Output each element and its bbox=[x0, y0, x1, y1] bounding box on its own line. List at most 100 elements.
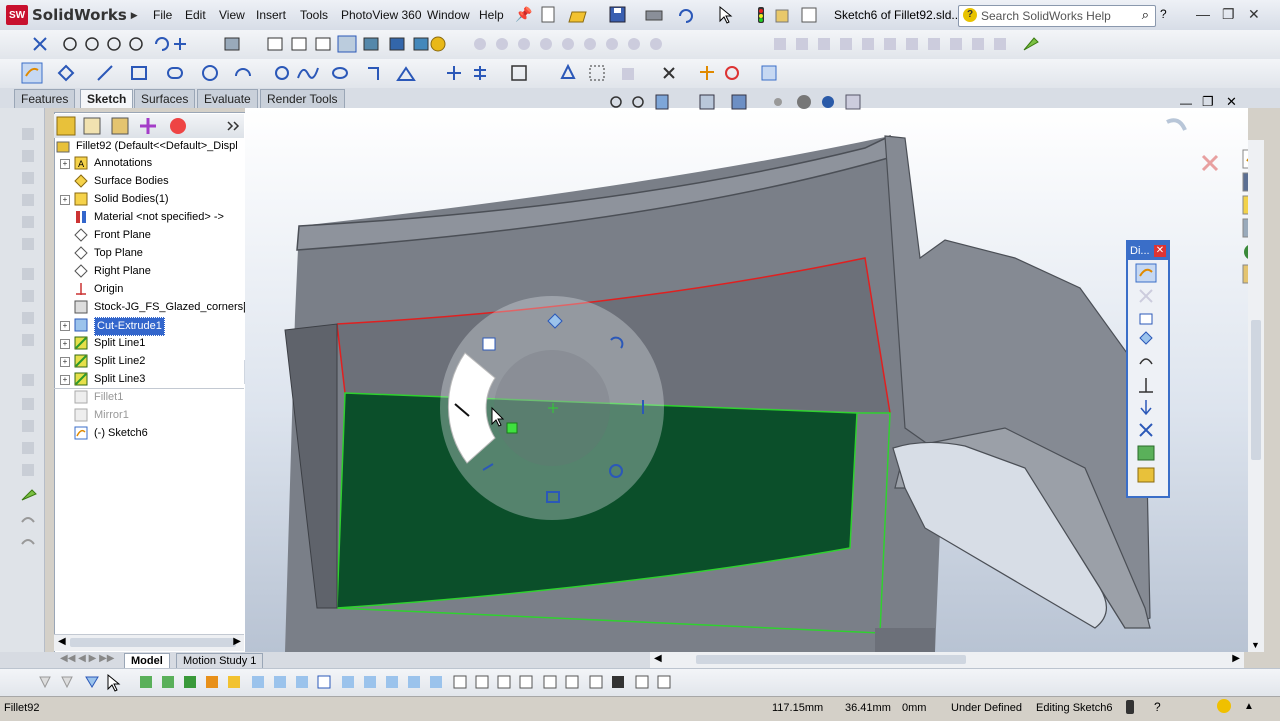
menu-tools[interactable]: Tools bbox=[300, 8, 328, 22]
filter-clear-icon[interactable] bbox=[61, 676, 73, 689]
expand-icon[interactable]: + bbox=[60, 375, 70, 385]
filter-blocks-icon[interactable] bbox=[589, 675, 603, 689]
scroll-left-icon[interactable]: ◀ bbox=[654, 653, 662, 664]
filter-all-icon[interactable] bbox=[85, 676, 99, 688]
pin-icon[interactable]: 📌 bbox=[515, 6, 532, 23]
expand-icon[interactable]: + bbox=[60, 339, 70, 349]
perspective-icon bbox=[413, 37, 429, 51]
filter-routing-points-icon[interactable] bbox=[635, 675, 649, 689]
filter-axes-icon[interactable] bbox=[252, 676, 264, 688]
filter-connection-points-icon[interactable] bbox=[657, 675, 671, 689]
expand-icon[interactable]: + bbox=[60, 159, 70, 169]
viewport-restore-icon[interactable]: ❐ bbox=[1202, 94, 1214, 110]
floating-toolbar-header[interactable]: Di... ✕ bbox=[1128, 242, 1168, 260]
solidworks-logo[interactable]: SW SolidWorks ▶ bbox=[6, 3, 138, 27]
close-icon[interactable]: ✕ bbox=[1154, 245, 1166, 257]
ring-rectangle-icon[interactable] bbox=[482, 337, 496, 351]
help-status-icon[interactable]: ? bbox=[1154, 700, 1161, 714]
tab-features[interactable]: Features bbox=[14, 89, 76, 108]
vertical-dimension-icon[interactable] bbox=[1139, 313, 1153, 325]
filter-surface-finish-icon[interactable] bbox=[408, 676, 420, 688]
expand-icon[interactable]: + bbox=[60, 321, 70, 331]
menu-insert[interactable]: Insert bbox=[256, 8, 286, 22]
tab-model[interactable]: Model bbox=[124, 653, 170, 669]
sketch-toolbar-icons bbox=[21, 62, 777, 84]
sketch-point[interactable] bbox=[506, 422, 518, 434]
ordinate-dimension-icon[interactable] bbox=[1139, 358, 1153, 365]
scroll-left-icon[interactable]: ◀ bbox=[58, 636, 66, 647]
filter-centerlines-icon[interactable] bbox=[364, 676, 376, 688]
wireframe-icon bbox=[267, 37, 283, 51]
filter-weld-beads-icon[interactable] bbox=[612, 676, 624, 688]
configuration-tab-icon bbox=[111, 117, 129, 135]
tab-scroll-arrows-icon[interactable]: ◀◀ ◀ ▶ ▶▶ bbox=[60, 653, 114, 664]
expand-icon[interactable]: + bbox=[60, 195, 70, 205]
filter-toggle-icon[interactable] bbox=[39, 676, 51, 689]
graphics-area[interactable] bbox=[245, 108, 1248, 652]
question-icon[interactable]: ? bbox=[1160, 7, 1167, 21]
filter-solid-bodies-icon[interactable] bbox=[228, 676, 240, 688]
confirmation-corner-icon[interactable] bbox=[1166, 118, 1187, 131]
filter-surface-bodies-icon[interactable] bbox=[206, 676, 218, 688]
feature-tree-scrollbar[interactable]: ◀ ▶ bbox=[54, 634, 244, 651]
filter-center-marks-icon[interactable] bbox=[342, 676, 354, 688]
tab-motion-study-1[interactable]: Motion Study 1 bbox=[176, 653, 264, 669]
filter-vertices-icon[interactable] bbox=[140, 676, 152, 688]
tab-evaluate[interactable]: Evaluate bbox=[197, 89, 258, 108]
filter-notes-icon[interactable] bbox=[453, 675, 467, 689]
tab-surfaces[interactable]: Surfaces bbox=[134, 89, 196, 108]
viewport-vertical-scrollbar[interactable]: ▼ bbox=[1248, 140, 1264, 652]
filter-planes-icon[interactable] bbox=[274, 676, 286, 688]
filter-balloons-icon[interactable] bbox=[543, 675, 557, 689]
menu-window[interactable]: Window bbox=[427, 8, 470, 22]
dimxpert-icon[interactable] bbox=[1137, 467, 1155, 483]
filter-sketch-points-icon[interactable] bbox=[317, 675, 331, 689]
viewport-horizontal-scrollbar[interactable]: ◀ ▶ bbox=[650, 652, 1244, 668]
scroll-right-icon[interactable]: ▶ bbox=[1232, 653, 1240, 664]
solid-bodies-icon bbox=[74, 192, 88, 206]
menu-photoview[interactable]: PhotoView 360 bbox=[341, 8, 422, 22]
add-relation-icon[interactable] bbox=[1139, 378, 1153, 393]
fully-define-sketch-icon[interactable] bbox=[1137, 445, 1155, 461]
smart-dimension-tool-icon[interactable] bbox=[1135, 263, 1157, 283]
search-input[interactable]: Search SolidWorks Help bbox=[981, 9, 1111, 23]
filter-datums-icon[interactable] bbox=[475, 675, 489, 689]
rebuild-status-icon[interactable] bbox=[1126, 700, 1134, 714]
menu-view[interactable]: View bbox=[219, 8, 245, 22]
minimize-icon[interactable]: — bbox=[1196, 6, 1210, 22]
chevron-right-icon[interactable]: ▶ bbox=[131, 10, 138, 21]
display-relations-tool-icon[interactable] bbox=[1140, 400, 1152, 416]
tab-sketch[interactable]: Sketch bbox=[80, 89, 134, 108]
search-icon[interactable]: ⌕ bbox=[1142, 7, 1149, 23]
tab-render-tools[interactable]: Render Tools bbox=[260, 89, 345, 108]
filter-cosmetic-threads-icon[interactable] bbox=[565, 675, 579, 689]
hidden-lines-removed-icon bbox=[315, 37, 331, 51]
expand-icon[interactable]: + bbox=[60, 357, 70, 367]
filter-welds-icon[interactable] bbox=[519, 675, 533, 689]
notifications-icon[interactable] bbox=[1217, 699, 1231, 713]
realview-icon bbox=[430, 36, 446, 52]
viewport-close-icon[interactable]: ✕ bbox=[1226, 94, 1237, 110]
automatic-relations-icon[interactable] bbox=[1139, 423, 1153, 437]
viewport-minimize-icon[interactable]: — bbox=[1180, 96, 1192, 110]
horizontal-dimension-icon[interactable] bbox=[1139, 289, 1153, 303]
filter-faces-icon[interactable] bbox=[184, 676, 196, 688]
exit-sketch-icon[interactable] bbox=[1201, 154, 1219, 172]
status-chevron-icon[interactable]: ▲ bbox=[1244, 701, 1254, 712]
filter-datum-targets-icon[interactable] bbox=[497, 675, 511, 689]
close-icon[interactable]: ✕ bbox=[1248, 6, 1260, 23]
restore-icon[interactable]: ❐ bbox=[1222, 6, 1235, 23]
filter-sketch-segments-icon[interactable] bbox=[296, 676, 308, 688]
scroll-right-icon[interactable]: ▶ bbox=[233, 636, 241, 647]
menu-file[interactable]: File bbox=[153, 8, 172, 22]
baseline-dimension-icon[interactable] bbox=[1139, 331, 1153, 345]
filter-edges-icon[interactable] bbox=[162, 676, 174, 688]
menu-edit[interactable]: Edit bbox=[185, 8, 206, 22]
dimensions-relations-toolbar[interactable]: Di... ✕ bbox=[1126, 240, 1170, 498]
filter-dimensions-icon[interactable] bbox=[386, 676, 398, 688]
menu-help[interactable]: Help bbox=[479, 8, 504, 22]
filter-gtol-icon[interactable] bbox=[430, 676, 442, 688]
search-box[interactable]: ? Search SolidWorks Help ⌕ bbox=[958, 5, 1156, 27]
filter-select-icon[interactable] bbox=[107, 673, 121, 692]
scroll-down-icon[interactable]: ▼ bbox=[1251, 640, 1260, 650]
